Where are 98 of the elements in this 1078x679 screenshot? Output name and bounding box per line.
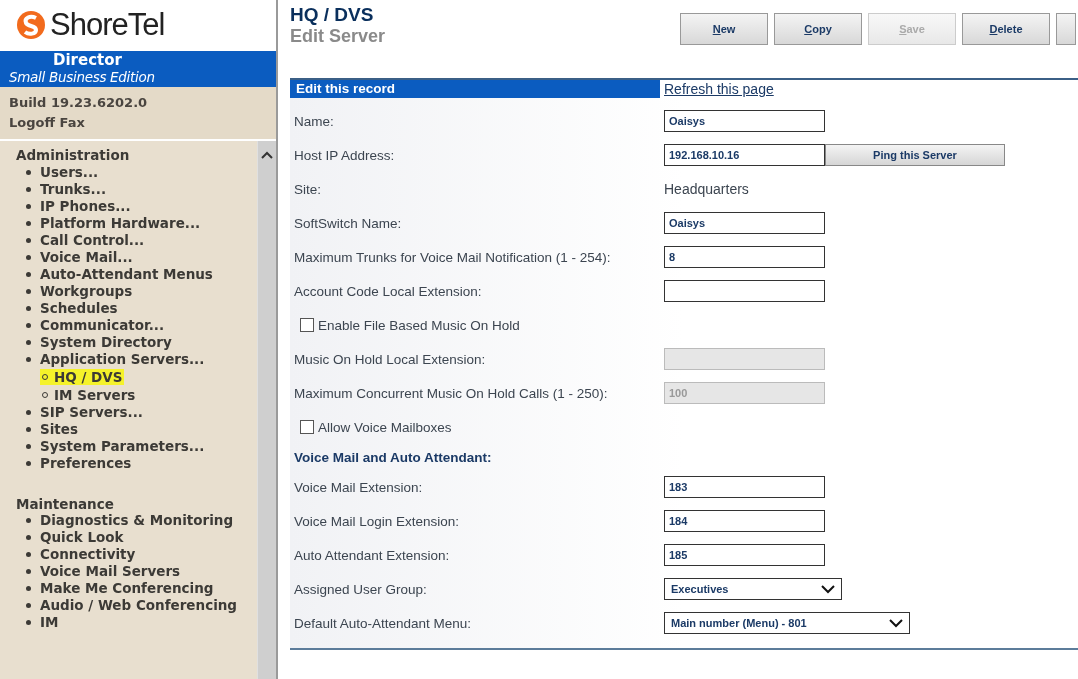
- field-label: Name:: [294, 113, 335, 129]
- nav-item[interactable]: IM: [40, 614, 240, 631]
- bullet-icon: [26, 271, 31, 277]
- nav-item[interactable]: SIP Servers...: [40, 403, 240, 420]
- toolbar-button[interactable]: New: [680, 13, 768, 45]
- toolbar-button[interactable]: Delete: [962, 13, 1050, 45]
- input-field[interactable]: 183: [664, 476, 825, 498]
- field-label: Maximum Concurrent Music On Hold Calls (1 - 250):: [294, 385, 609, 401]
- field-label: Host IP Address:: [294, 147, 396, 163]
- bullet-icon: [26, 552, 31, 557]
- product-name: Director: [52, 51, 123, 69]
- logoff-link[interactable]: Logoff Fax: [9, 113, 267, 133]
- input-field[interactable]: [664, 280, 825, 302]
- bullet-icon: [26, 305, 31, 311]
- checkbox-label: Enable File Based Music On Hold: [318, 317, 520, 333]
- section-header: Edit this record: [290, 80, 660, 98]
- nav-section-title: Maintenance: [16, 495, 115, 512]
- page-title: HQ / DVS: [290, 4, 375, 26]
- nav-item[interactable]: Auto-Attendant Menus: [40, 265, 240, 282]
- nav-section-title: Administration: [16, 147, 131, 164]
- input-field[interactable]: 8: [664, 246, 825, 268]
- bullet-icon: [26, 220, 31, 226]
- nav-item[interactable]: Application Servers...: [40, 350, 240, 367]
- bullet-icon: [26, 356, 31, 362]
- nav-item[interactable]: Sites: [40, 420, 240, 437]
- nav-item[interactable]: Connectivity: [40, 546, 240, 563]
- input-field[interactable]: Oaisys: [664, 110, 825, 132]
- bullet-icon: [26, 237, 31, 243]
- bullet-icon: [26, 620, 31, 625]
- nav-item[interactable]: Trunks...: [40, 180, 240, 197]
- bullet-icon: [26, 443, 31, 449]
- field-label: Music On Hold Local Extension:: [294, 351, 487, 367]
- bullet-icon: [26, 603, 31, 608]
- toolbar-button[interactable]: Copy: [774, 13, 862, 45]
- bullet-icon: [26, 569, 31, 574]
- nav-item[interactable]: Voice Mail...: [40, 248, 240, 265]
- nav-item[interactable]: Preferences: [40, 454, 240, 471]
- input-field[interactable]: 185: [664, 544, 825, 566]
- scrollbar[interactable]: [257, 141, 276, 679]
- checkbox-label: Allow Voice Mailboxes: [318, 419, 452, 435]
- checkbox[interactable]: [300, 318, 314, 332]
- edition-name: Small Business Edition: [9, 69, 156, 85]
- group-heading: Voice Mail and Auto Attendant:: [294, 449, 492, 465]
- nav-item[interactable]: System Directory: [40, 333, 240, 350]
- field-value: Headquarters: [664, 181, 749, 197]
- nav-subitem[interactable]: HQ / DVS: [40, 368, 125, 386]
- nav-item[interactable]: System Parameters...: [40, 437, 240, 454]
- bullet-icon: [26, 186, 31, 192]
- chevron-down-icon: [889, 618, 903, 628]
- nav-item[interactable]: Schedules: [40, 299, 240, 316]
- bullet-icon: [26, 169, 31, 175]
- nav-item[interactable]: Call Control...: [40, 231, 240, 248]
- scroll-up-icon[interactable]: [261, 151, 273, 159]
- nav-item[interactable]: Quick Look: [40, 529, 240, 546]
- nav-item[interactable]: Make Me Conferencing: [40, 580, 240, 597]
- nav-item[interactable]: Diagnostics & Monitoring: [40, 512, 240, 529]
- nav-item[interactable]: Platform Hardware...: [40, 214, 240, 231]
- ping-button[interactable]: Ping this Server: [825, 144, 1005, 166]
- bullet-icon: [26, 409, 31, 415]
- page-subtitle: Edit Server: [290, 26, 387, 47]
- refresh-link[interactable]: Refresh this page: [660, 80, 774, 98]
- field-label: Default Auto-Attendant Menu:: [294, 615, 473, 631]
- field-label: SoftSwitch Name:: [294, 215, 403, 231]
- nav-item[interactable]: Audio / Web Conferencing: [40, 597, 240, 614]
- field-label: Voice Mail Login Extension:: [294, 513, 461, 529]
- build-number: Build 19.23.6202.0: [9, 94, 149, 112]
- checkbox[interactable]: [300, 420, 314, 434]
- dropdown[interactable]: Main number (Menu) - 801: [664, 612, 910, 634]
- logo-wordmark: ShoreTel: [50, 7, 165, 43]
- nav-item[interactable]: IP Phones...: [40, 197, 240, 214]
- dropdown[interactable]: Executives: [664, 578, 842, 600]
- bullet-icon: [26, 518, 31, 523]
- bullet-icon: [26, 288, 31, 294]
- logo-swirl-icon: [16, 10, 46, 40]
- bullet-icon: [26, 426, 31, 432]
- nav-item[interactable]: Workgroups: [40, 282, 240, 299]
- bullet-icon: [26, 586, 31, 591]
- field-label: Voice Mail Extension:: [294, 479, 424, 495]
- bullet-icon: [26, 535, 31, 540]
- input-field[interactable]: Oaisys: [664, 212, 825, 234]
- input-field[interactable]: 192.168.10.16: [664, 144, 825, 166]
- bullet-icon: [26, 203, 31, 209]
- field-label: Auto Attendant Extension:: [294, 547, 451, 563]
- field-label: Maximum Trunks for Voice Mail Notification (1 - 254):: [294, 249, 612, 265]
- bullet-icon: [26, 460, 31, 466]
- bullet-icon: [26, 322, 31, 328]
- field-label: Assigned User Group:: [294, 581, 428, 597]
- field-label: Account Code Local Extension:: [294, 283, 483, 299]
- toolbar-button[interactable]: [1056, 13, 1076, 45]
- bullet-icon: [26, 339, 31, 345]
- nav-item[interactable]: Voice Mail Servers: [40, 563, 240, 580]
- chevron-down-icon: [821, 584, 835, 594]
- bullet-icon: [26, 254, 31, 260]
- nav-item[interactable]: Users...: [40, 163, 240, 180]
- nav-item[interactable]: Communicator...: [40, 316, 240, 333]
- nav-subitem[interactable]: IM Servers: [40, 387, 138, 404]
- field-label: Site:: [294, 181, 322, 197]
- input-field[interactable]: 184: [664, 510, 825, 532]
